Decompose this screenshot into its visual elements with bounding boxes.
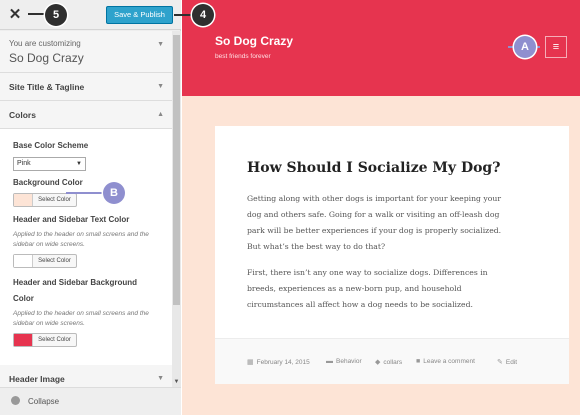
- post-meta: ▦ February 14, 2015 ▬ Behavior ◆ collars ■ L…: [215, 338, 569, 384]
- customizing-info[interactable]: You are customizing So Dog Crazy ▼: [0, 31, 172, 73]
- section-header-image[interactable]: Header Image ▼: [0, 365, 172, 387]
- customizing-label: You are customizing: [9, 39, 81, 48]
- folder-icon: ▬: [326, 358, 333, 365]
- text-line: breeds, experiences as a new-born pup, a…: [247, 284, 462, 293]
- post-title[interactable]: How Should I Socialize My Dog?: [247, 160, 500, 176]
- post-paragraph-2: First, there isn’t any one way to social…: [247, 265, 547, 313]
- meta-text: Behavior: [336, 358, 362, 365]
- background-color-picker[interactable]: Select Color: [13, 193, 77, 207]
- save-publish-button[interactable]: Save & Publish: [106, 6, 173, 24]
- colors-controls: Base Color Scheme Pink ▼ Background Colo…: [0, 129, 172, 365]
- select-color-label: Select Color: [38, 337, 71, 343]
- color-swatch: [14, 194, 33, 206]
- site-tagline: best friends forever: [215, 53, 271, 60]
- section-colors[interactable]: Colors ▲: [0, 101, 172, 129]
- header-text-color-picker[interactable]: Select Color: [13, 254, 77, 268]
- color-swatch: [14, 334, 33, 346]
- select-value: Pink: [17, 160, 31, 167]
- customizing-site-name: So Dog Crazy: [9, 51, 84, 65]
- tag-icon: ◆: [375, 359, 381, 366]
- section-label: Header Image: [9, 374, 65, 384]
- text-line: Getting along with other dogs is importa…: [247, 194, 502, 203]
- post-category[interactable]: ▬ Behavior: [326, 358, 362, 365]
- text-line: circumstances all affect how a dog needs…: [247, 300, 473, 309]
- select-color-label: Select Color: [38, 258, 71, 264]
- panel-scrollbar[interactable]: ▼: [172, 31, 181, 387]
- callout-4: 4: [192, 4, 214, 26]
- color-swatch: [14, 255, 33, 267]
- meta-text: Leave a comment: [423, 358, 475, 365]
- header-bg-color-picker[interactable]: Select Color: [13, 333, 77, 347]
- collapse-button[interactable]: Collapse: [0, 387, 181, 415]
- header-text-color-label: Header and Sidebar Text Color: [13, 215, 130, 224]
- chevron-down-icon: ▼: [157, 375, 164, 382]
- post-edit[interactable]: ✎ Edit: [497, 358, 517, 366]
- section-label: Colors: [9, 110, 36, 120]
- chevron-down-icon: ▼: [157, 41, 164, 48]
- callout-5: 5: [45, 4, 67, 26]
- site-title[interactable]: So Dog Crazy: [215, 34, 293, 48]
- header-bg-color-desc: Applied to the header on small screens a…: [13, 310, 149, 327]
- text-line: First, there isn’t any one way to social…: [247, 268, 488, 277]
- collapse-label: Collapse: [28, 397, 60, 406]
- select-color-label: Select Color: [38, 197, 71, 203]
- section-site-title-tagline[interactable]: Site Title & Tagline ▼: [0, 73, 172, 101]
- base-color-scheme-select[interactable]: Pink ▼: [13, 157, 86, 171]
- customizer-topbar: ✕ Save & Publish: [0, 0, 181, 30]
- comment-icon: ■: [416, 358, 421, 365]
- post-date[interactable]: ▦ February 14, 2015: [247, 358, 310, 366]
- dropdown-arrow-icon: ▼: [76, 161, 82, 167]
- calendar-icon: ▦: [247, 359, 254, 366]
- header-text-color-desc: Applied to the header on small screens a…: [13, 231, 149, 248]
- base-color-scheme-label: Base Color Scheme: [13, 141, 89, 150]
- chevron-up-icon: ▲: [157, 111, 164, 118]
- meta-text: February 14, 2015: [256, 359, 310, 366]
- post-card: How Should I Socialize My Dog? Getting a…: [215, 126, 569, 384]
- meta-text: Edit: [505, 359, 518, 366]
- customizer-sidebar: ✕ Save & Publish You are customizing So …: [0, 0, 181, 415]
- scrollbar-thumb[interactable]: [173, 35, 180, 305]
- scroll-down-arrow-icon[interactable]: ▼: [172, 377, 181, 387]
- collapse-icon: [11, 396, 20, 406]
- text-line: park will be better experiences if your …: [247, 226, 502, 235]
- background-color-label: Background Color: [13, 178, 83, 187]
- section-label: Site Title & Tagline: [9, 82, 85, 92]
- chevron-down-icon: ▼: [157, 83, 164, 90]
- meta-text: collars: [383, 359, 403, 366]
- post-paragraph-1: Getting along with other dogs is importa…: [247, 191, 547, 255]
- post-comment[interactable]: ■ Leave a comment: [416, 358, 475, 365]
- text-line: dog and others safe. Going for a walk or…: [247, 210, 500, 219]
- customizer-panel: You are customizing So Dog Crazy ▼ Site …: [0, 31, 172, 387]
- post-tag[interactable]: ◆ collars: [375, 358, 402, 366]
- header-bg-color-label: Header and Sidebar Background Color: [13, 278, 138, 303]
- site-preview: So Dog Crazy best friends forever ≡ How …: [182, 0, 580, 415]
- callout-a: A: [514, 36, 536, 58]
- pencil-icon: ✎: [497, 359, 503, 366]
- close-icon[interactable]: ✕: [0, 0, 30, 30]
- text-line: But what’s the best way to do that?: [247, 242, 386, 251]
- callout-b: B: [103, 182, 125, 204]
- menu-icon[interactable]: ≡: [545, 36, 567, 58]
